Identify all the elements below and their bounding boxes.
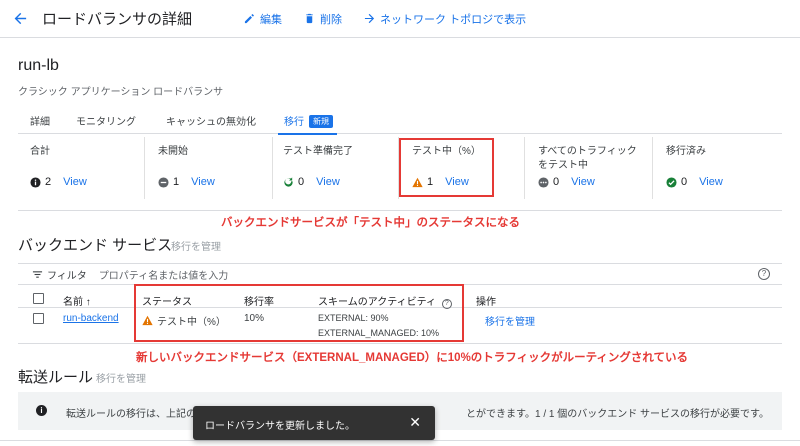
- tab-details-label: 詳細: [30, 117, 50, 128]
- network-topology-button[interactable]: ネットワーク トポロジで表示: [364, 11, 526, 27]
- tab-cache-invalidation[interactable]: キャッシュの無効化: [166, 104, 256, 134]
- backend-manage-migration-link[interactable]: 移行を管理: [171, 238, 221, 253]
- status-total-view-link[interactable]: View: [63, 176, 87, 188]
- highlight-box-testing: [399, 138, 494, 197]
- row-checkbox[interactable]: [33, 313, 44, 324]
- minus-circle-icon: [158, 176, 169, 188]
- refresh-green-icon: [284, 176, 293, 187]
- status-total: 合計 2 View: [30, 145, 87, 188]
- column-name-header[interactable]: 名前 ↑: [63, 293, 91, 308]
- divider: [524, 137, 525, 199]
- check-circle-icon: [666, 176, 677, 188]
- status-migrated-count: 0: [681, 176, 688, 188]
- status-total-count: 2: [45, 176, 52, 188]
- status-ready-for-test-count: 0: [298, 176, 305, 188]
- toast-message: ロードバランサを更新しました。: [205, 421, 355, 432]
- filter-input[interactable]: プロパティ名または値を入力: [99, 267, 228, 282]
- column-actions-header: 操作: [476, 297, 496, 308]
- pencil-icon: [244, 14, 254, 24]
- trash-icon: [306, 13, 313, 24]
- tab-monitoring[interactable]: モニタリング: [76, 104, 136, 134]
- sort-arrow-up-icon: ↑: [85, 297, 91, 308]
- load-balancer-type: クラシック アプリケーション ロードバランサ: [18, 87, 224, 98]
- network-topology-label: ネットワーク トポロジで表示: [380, 13, 527, 26]
- status-testing-all-traffic-view-link[interactable]: View: [571, 176, 595, 188]
- filter-label: フィルタ: [47, 270, 87, 282]
- page-title: ロードバランサの詳細: [42, 11, 193, 28]
- info-icon: [30, 176, 41, 188]
- load-balancer-name: run-lb: [18, 57, 59, 74]
- status-testing-all-traffic-count: 0: [553, 176, 560, 188]
- select-all-checkbox[interactable]: [33, 293, 44, 304]
- tab-migration-label: 移行: [284, 117, 304, 128]
- forwarding-manage-migration-link[interactable]: 移行を管理: [96, 370, 146, 385]
- new-badge: 新規: [309, 115, 333, 128]
- status-migrated-view-link[interactable]: View: [699, 176, 723, 188]
- backend-name-link[interactable]: run-backend: [63, 313, 119, 324]
- status-ready-for-test: テスト準備完了 0 View: [283, 145, 353, 188]
- column-name-label: 名前: [63, 297, 83, 308]
- status-migrated-label: 移行済み: [666, 146, 706, 157]
- status-not-started-view-link[interactable]: View: [191, 176, 215, 188]
- delete-button[interactable]: 削除: [304, 11, 342, 27]
- status-total-label: 合計: [30, 146, 50, 157]
- snackbar-toast: ロードバランサを更新しました。 ✕: [193, 406, 435, 440]
- top-bar: ロードバランサの詳細 編集 削除 ネットワーク トポロジで表示: [0, 0, 800, 38]
- status-not-started-label: 未開始: [158, 146, 188, 157]
- annotation-testing-status: バックエンドサービスが「テスト中」のステータスになる: [221, 217, 520, 229]
- tab-cache-invalidation-label: キャッシュの無効化: [166, 117, 256, 128]
- divider: [0, 440, 800, 441]
- annotation-traffic-routing: 新しいバックエンドサービス（EXTERNAL_MANAGED）に10%のトラフィ…: [136, 352, 689, 364]
- filter-bar: フィルタ プロパティ名または値を入力 ?: [18, 263, 782, 285]
- filter-icon: [32, 270, 43, 278]
- tab-details[interactable]: 詳細: [30, 104, 50, 134]
- backend-services-title: バックエンド サービス: [18, 237, 173, 254]
- status-not-started-count: 1: [173, 176, 180, 188]
- status-ready-for-test-label: テスト準備完了: [283, 146, 353, 157]
- status-testing-all-traffic-label: すべてのトラフィック をテスト中: [538, 146, 637, 171]
- close-icon[interactable]: ✕: [409, 414, 421, 431]
- tab-bar: 詳細 モニタリング キャッシュの無効化 移行 新規: [18, 104, 782, 135]
- status-not-started: 未開始 1 View: [158, 145, 215, 188]
- info-icon: i: [36, 405, 47, 416]
- status-migrated: 移行済み 0 View: [666, 145, 723, 188]
- status-ready-for-test-view-link[interactable]: View: [316, 176, 340, 188]
- status-testing-all-traffic: すべてのトラフィック をテスト中 0 View: [538, 145, 648, 188]
- forwarding-info-text-end: とができます。1 / 1 個のバックエンド サービスの移行が必要です。: [466, 409, 770, 420]
- edit-label: 編集: [260, 13, 283, 26]
- forwarding-rules-title: 転送ルール: [18, 369, 94, 386]
- divider: [652, 137, 653, 199]
- delete-label: 削除: [320, 13, 343, 26]
- back-arrow-icon[interactable]: [12, 11, 28, 27]
- help-icon[interactable]: ?: [758, 268, 770, 280]
- tab-monitoring-label: モニタリング: [76, 117, 136, 128]
- arrow-right-icon: [364, 13, 375, 24]
- divider: [144, 137, 145, 199]
- row-manage-migration-link[interactable]: 移行を管理: [485, 313, 535, 328]
- forwarding-info-text-start: 転送ルールの移行は、上記の: [66, 409, 196, 420]
- more-circle-icon: [538, 176, 549, 188]
- tab-migration[interactable]: 移行 新規: [278, 104, 337, 135]
- highlight-box-traffic: [134, 284, 464, 342]
- divider: [272, 137, 273, 199]
- edit-button[interactable]: 編集: [244, 11, 282, 27]
